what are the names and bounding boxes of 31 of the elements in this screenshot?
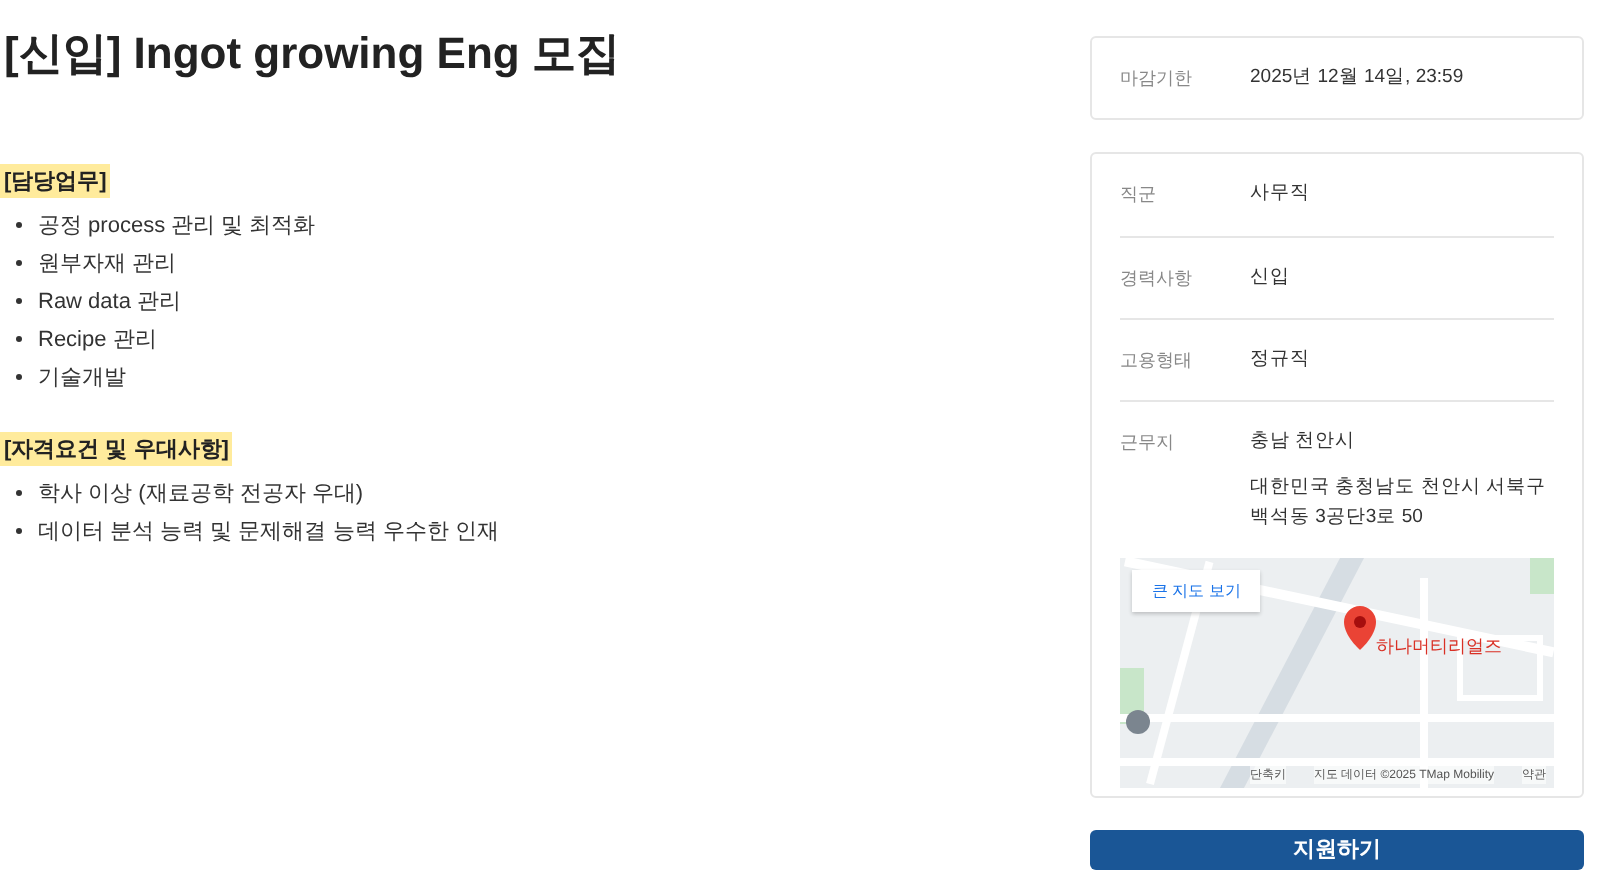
field-value: 충남 천안시 bbox=[1250, 428, 1358, 456]
field-label: 고용형태 bbox=[1120, 347, 1194, 374]
apply-button[interactable]: 지원하기 bbox=[1090, 829, 1584, 870]
field-label: 경력사항 bbox=[1120, 265, 1194, 291]
list-item-text: 학사 이상 (재료공학 전공자 우대) bbox=[38, 480, 364, 508]
list-item-text: Recipe 관리 bbox=[38, 326, 157, 354]
bullet-icon bbox=[16, 528, 22, 534]
list-item-text: Raw data 관리 bbox=[38, 288, 182, 316]
field-value: 정규직 bbox=[1250, 345, 1310, 374]
map-marker-label: 하나머티리얼즈 bbox=[1376, 633, 1502, 660]
bullet-icon bbox=[16, 490, 22, 496]
section-heading: [자격요건 및 우대사항] bbox=[0, 432, 233, 466]
bullet-icon bbox=[16, 298, 22, 304]
list-item-text: 기술개발 bbox=[38, 364, 126, 392]
list-item-text: 원부자재 관리 bbox=[38, 250, 177, 278]
bullet-icon bbox=[16, 336, 22, 342]
bullet-icon bbox=[16, 222, 22, 228]
field-value: 신입 bbox=[1250, 263, 1290, 291]
job-title: [신입] Ingot growing Eng 모집 bbox=[4, 26, 620, 82]
field-label: 마감기한 bbox=[1120, 66, 1194, 92]
large-map-button[interactable]: 큰 지도 보기 bbox=[1132, 569, 1261, 612]
list-item-text: 데이터 분석 능력 및 문제해결 능력 우수한 인재 bbox=[38, 518, 499, 546]
field-value: 2025년 12월 14일, 23:59 bbox=[1250, 64, 1464, 92]
field-label: 직군 bbox=[1120, 182, 1158, 209]
field-label: 근무지 bbox=[1120, 430, 1176, 456]
section-heading: [담당업무] bbox=[0, 164, 111, 198]
field-value: 대한민국 충청남도 천안시 서북구 백석동 3공단3로 50 bbox=[1250, 474, 1548, 531]
field-value: 사무직 bbox=[1250, 180, 1310, 209]
list-item-text: 공정 process 관리 및 최적화 bbox=[38, 212, 316, 240]
bullet-icon bbox=[16, 260, 22, 266]
bullet-icon bbox=[16, 374, 22, 380]
